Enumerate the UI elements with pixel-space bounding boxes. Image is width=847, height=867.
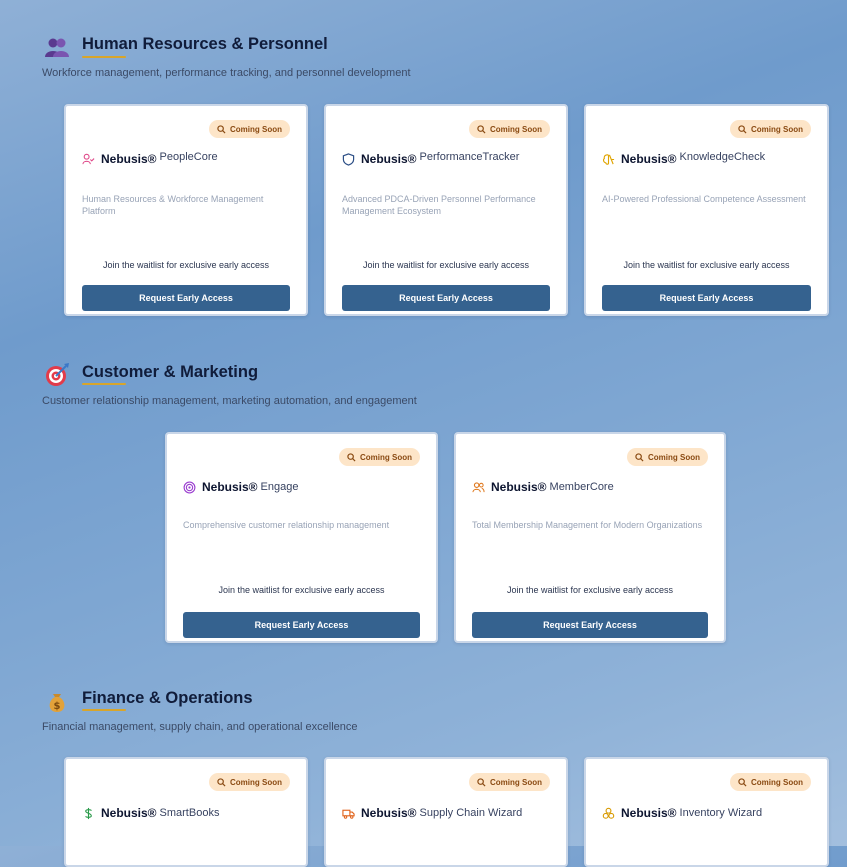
magnifier-icon xyxy=(477,777,486,787)
badge-label: Coming Soon xyxy=(490,777,542,787)
product-heading: Nebusis® Inventory Wizard xyxy=(602,806,762,820)
product-heading: Nebusis® PerformanceTracker xyxy=(342,151,520,166)
magnifier-icon xyxy=(635,452,644,462)
product-card-supply-chain-wizard: Coming Soon Nebusis® Supply Chain Wizard xyxy=(324,757,568,867)
badge-label: Coming Soon xyxy=(490,124,542,134)
product-heading: Nebusis® SmartBooks xyxy=(82,806,219,820)
coming-soon-badge: Coming Soon xyxy=(469,773,550,791)
brand-name: Nebusis® xyxy=(361,152,417,166)
section-title: Finance & Operations xyxy=(82,689,253,707)
brand-name: Nebusis® xyxy=(621,152,677,166)
magnifier-icon xyxy=(217,124,226,134)
section-description: Customer relationship management, market… xyxy=(42,395,417,407)
brain-icon xyxy=(602,153,615,165)
request-early-access-button[interactable]: Request Early Access xyxy=(342,285,550,311)
product-heading: Nebusis® Supply Chain Wizard xyxy=(342,806,522,820)
waitlist-text: Join the waitlist for exclusive early ac… xyxy=(362,260,530,270)
product-name: Supply Chain Wizard xyxy=(419,807,523,819)
coming-soon-badge: Coming Soon xyxy=(730,120,811,138)
section-description: Workforce management, performance tracki… xyxy=(42,67,411,79)
product-heading: Nebusis® PeopleCore xyxy=(82,151,218,166)
people-icon xyxy=(45,38,69,57)
magnifier-icon xyxy=(347,452,356,462)
coming-soon-badge: Coming Soon xyxy=(730,773,811,791)
product-card-membercore: Coming Soon Nebusis® MemberCore Total Me… xyxy=(454,432,726,643)
target-rings-icon xyxy=(183,481,196,493)
badge-label: Coming Soon xyxy=(751,777,803,787)
request-early-access-button[interactable]: Request Early Access xyxy=(82,285,290,311)
product-name: SmartBooks xyxy=(159,807,220,819)
brand-name: Nebusis® xyxy=(101,152,157,166)
magnifier-icon xyxy=(477,124,486,134)
target-icon xyxy=(46,363,69,386)
product-heading: Nebusis® KnowledgeCheck xyxy=(602,151,766,166)
product-card-peoplecore: Coming Soon Nebusis® PeopleCore Human Re… xyxy=(64,104,308,316)
waitlist-text: Join the waitlist for exclusive early ac… xyxy=(218,585,385,595)
waitlist-text: Join the waitlist for exclusive early ac… xyxy=(102,260,270,270)
title-underline xyxy=(82,709,126,711)
users-icon xyxy=(472,481,485,492)
waitlist-text: Join the waitlist for exclusive early ac… xyxy=(506,585,674,595)
money-bag-icon: $ xyxy=(49,694,65,712)
product-card-knowledgecheck: Coming Soon Nebusis® KnowledgeCheck AI-P… xyxy=(584,104,829,316)
coming-soon-badge: Coming Soon xyxy=(339,448,420,466)
shield-icon xyxy=(342,152,355,166)
badge-label: Coming Soon xyxy=(648,452,700,462)
brand-name: Nebusis® xyxy=(491,480,547,494)
product-card-inventory-wizard: Coming Soon Nebusis® Inventory Wizard xyxy=(584,757,829,867)
svg-text:$: $ xyxy=(54,701,61,712)
badge-label: Coming Soon xyxy=(751,124,803,134)
section-title: Customer & Marketing xyxy=(82,363,259,381)
user-check-icon xyxy=(82,153,95,164)
badge-label: Coming Soon xyxy=(230,124,282,134)
coming-soon-badge: Coming Soon xyxy=(209,773,290,791)
magnifier-icon xyxy=(217,777,226,787)
brand-name: Nebusis® xyxy=(361,806,417,820)
product-name: Engage xyxy=(260,481,299,493)
coming-soon-badge: Coming Soon xyxy=(469,120,550,138)
product-name: MemberCore xyxy=(549,481,614,493)
dollar-icon xyxy=(85,807,92,819)
magnifier-icon xyxy=(738,777,747,787)
brand-name: Nebusis® xyxy=(202,480,258,494)
coming-soon-badge: Coming Soon xyxy=(209,120,290,138)
product-name: PerformanceTracker xyxy=(419,151,520,163)
product-description: Human Resources & Workforce Management P… xyxy=(82,194,264,216)
product-description: AI-Powered Professional Competence Asses… xyxy=(602,194,806,204)
section-title: Human Resources & Personnel xyxy=(82,35,328,53)
request-early-access-button[interactable]: Request Early Access xyxy=(472,612,708,638)
request-early-access-button[interactable]: Request Early Access xyxy=(183,612,420,638)
boxes-icon xyxy=(602,807,615,819)
brand-name: Nebusis® xyxy=(621,806,677,820)
waitlist-text: Join the waitlist for exclusive early ac… xyxy=(623,260,790,270)
badge-label: Coming Soon xyxy=(230,777,282,787)
truck-icon xyxy=(342,809,355,819)
product-card-smartbooks: Coming Soon Nebusis® SmartBooks xyxy=(64,757,308,867)
title-underline xyxy=(82,56,126,58)
brand-name: Nebusis® xyxy=(101,806,157,820)
product-card-engage: Coming Soon Nebusis® Engage Comprehensiv… xyxy=(165,432,438,643)
product-heading: Nebusis® MemberCore xyxy=(472,480,614,494)
title-underline xyxy=(82,383,126,385)
magnifier-icon xyxy=(738,124,747,134)
request-early-access-button[interactable]: Request Early Access xyxy=(602,285,811,311)
product-name: Inventory Wizard xyxy=(679,807,763,819)
badge-label: Coming Soon xyxy=(360,452,412,462)
section-description: Financial management, supply chain, and … xyxy=(42,721,358,733)
product-heading: Nebusis® Engage xyxy=(183,480,298,494)
product-name: KnowledgeCheck xyxy=(679,151,766,163)
coming-soon-badge: Coming Soon xyxy=(627,448,708,466)
product-description: Comprehensive customer relationship mana… xyxy=(183,520,390,530)
product-card-performancetracker: Coming Soon Nebusis® PerformanceTracker … xyxy=(324,104,568,316)
product-name: PeopleCore xyxy=(159,151,218,163)
product-description: Total Membership Management for Modern O… xyxy=(472,520,703,530)
product-description: Advanced PDCA-Driven Personnel Performan… xyxy=(342,194,536,216)
